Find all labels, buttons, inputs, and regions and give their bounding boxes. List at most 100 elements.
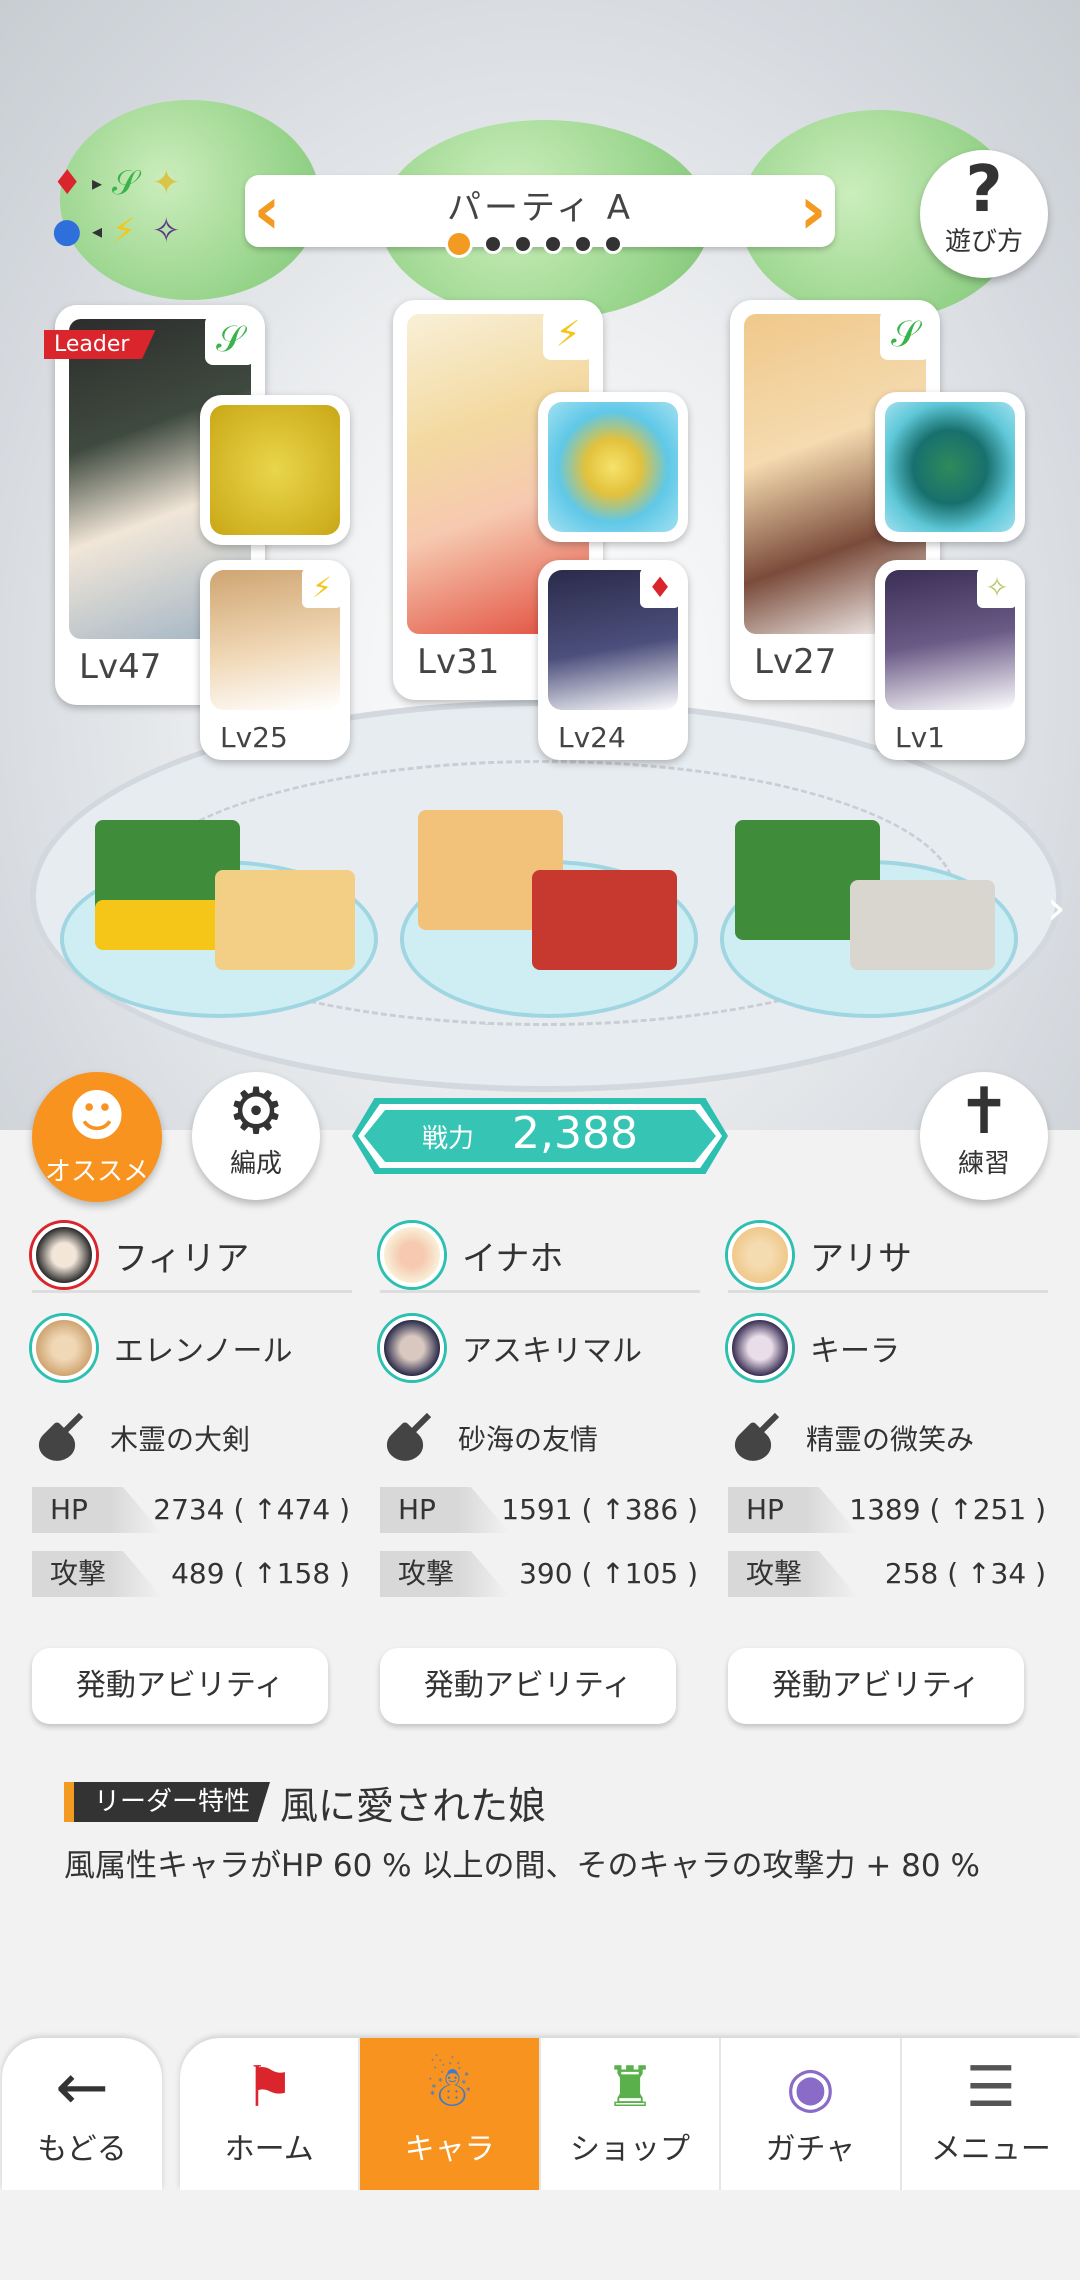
nav-home[interactable]: ⚑ ホーム [180,2038,358,2190]
fire-element-icon: ♦ [52,163,83,203]
weapon-row[interactable]: 精霊の微笑み [728,1403,1048,1473]
equipment-slot[interactable] [200,395,350,545]
pixel-block [850,880,995,970]
character-icon: ☃ [424,2055,475,2120]
avatar [32,1316,96,1380]
nav-label: ホーム [224,2132,314,2167]
fire-element-icon: ♦ [640,568,680,608]
equipment-slot[interactable] [538,392,688,542]
practice-button[interactable]: ✝ 練習 [920,1072,1048,1200]
sub-character-name: アスキリマル [462,1334,642,1369]
party-dot[interactable] [483,234,503,254]
hp-stat: HP 1389 ( ↑251 ) [728,1487,1048,1537]
member-stats-column: フィリア エレンノール 木霊の大剣 HP 2734 ( ↑474 ) 攻撃 48… [32,1220,352,1601]
gear-person-icon: ⚙ [227,1075,285,1149]
main-level: Lv47 [79,647,162,687]
pixel-block [532,870,677,970]
hp-stat: HP 2734 ( ↑474 ) [32,1487,352,1537]
attack-value: 258 ( ↑34 ) [884,1557,1046,1590]
party-dot[interactable] [445,230,473,258]
nav-menu[interactable]: ☰ メニュー [899,2038,1080,2190]
attack-label: 攻撃 [380,1551,510,1597]
ability-button[interactable]: 発動アビリティ [32,1648,328,1724]
main-level: Lv27 [754,642,837,682]
battle-power-badge: 戦力 2,388 [352,1098,728,1174]
question-icon: ? [965,153,1003,227]
character-name: イナホ [462,1238,564,1279]
chevron-right-icon[interactable]: › [1047,880,1066,936]
pixel-block [215,870,355,970]
party-dot[interactable] [513,234,533,254]
weapon-name: 精霊の微笑み [806,1423,975,1456]
main-character-row[interactable]: フィリア [32,1220,352,1293]
recommend-icon: ☻ [67,1084,127,1149]
sub-character-name: キーラ [810,1334,900,1369]
recommend-button[interactable]: ☻ オススメ [32,1072,162,1202]
thunder-element-icon: ⚡ [302,568,342,608]
member-stats-column: イナホ アスキリマル 砂海の友情 HP 1591 ( ↑386 ) 攻撃 390… [380,1220,700,1601]
member-card-sub[interactable]: ✧ Lv1 [875,560,1025,760]
globe-item-icon [885,402,1015,532]
main-character-row[interactable]: イナホ [380,1220,700,1293]
power-value: 2,388 [512,1108,638,1159]
sword-item-icon [210,405,340,535]
menu-list-icon: ☰ [965,2055,1016,2120]
weapon-icon [36,1410,92,1466]
water-element-icon: ● [52,211,82,251]
home-icon: ⚑ [244,2055,295,2120]
help-button[interactable]: ? 遊び方 [920,150,1048,278]
arrow-icon: ◂ [92,219,103,243]
main-level: Lv31 [417,642,500,682]
nav-chara[interactable]: ☃ キャラ [358,2038,539,2190]
bottom-navigation: ← もどる ⚑ ホーム ☃ キャラ ♜ ショップ ◉ ガチャ ☰ メニュー [0,2036,1080,2190]
member-card-sub[interactable]: ♦ Lv24 [538,560,688,760]
party-page-dots[interactable] [445,230,623,258]
leader-tag: Leader [44,330,156,359]
party-dot[interactable] [603,234,623,254]
party-dot[interactable] [543,234,563,254]
party-scene: ♦ ▸ 𝒮 ✦ ● ◂ ⚡ ✧ ‹ パーティ A › ? 遊び方 𝒮 Lv47 … [0,0,1080,1130]
attack-label: 攻撃 [32,1551,162,1597]
ability-button[interactable]: 発動アビリティ [380,1648,676,1724]
attack-label: 攻撃 [728,1551,858,1597]
light-element-icon: ✧ [977,568,1017,608]
wind-element-icon: 𝒮 [880,310,930,360]
weapon-row[interactable]: 木霊の大剣 [32,1403,352,1473]
party-dot[interactable] [573,234,593,254]
nav-label: キャラ [404,2132,495,2167]
hp-label: HP [728,1487,858,1533]
sub-character-row[interactable]: キーラ [728,1313,1048,1383]
back-button[interactable]: ← もどる [2,2038,162,2190]
help-label: 遊び方 [944,227,1023,257]
weapon-row[interactable]: 砂海の友情 [380,1403,700,1473]
avatar [32,1223,96,1287]
avatar [728,1316,792,1380]
element-affinity-chart[interactable]: ♦ ▸ 𝒮 ✦ ● ◂ ⚡ ✧ [52,160,192,260]
thunder-element-icon: ⚡ [112,211,136,251]
formation-button[interactable]: ⚙ 編成 [192,1072,320,1200]
avatar [728,1223,792,1287]
hp-value: 2734 ( ↑474 ) [153,1493,350,1526]
hp-value: 1389 ( ↑251 ) [849,1493,1046,1526]
training-dummy-icon: ✝ [957,1075,1011,1149]
thunder-element-icon: ⚡ [543,310,593,360]
sub-character-row[interactable]: アスキリマル [380,1313,700,1383]
character-name: アリサ [810,1238,912,1279]
weapon-icon [384,1410,440,1466]
recommend-label: オススメ [44,1157,149,1187]
power-label: 戦力 [422,1124,475,1154]
nav-label: ガチャ [765,2132,856,2167]
equipment-slot[interactable] [875,392,1025,542]
party-prev-arrow-icon[interactable]: ‹ [247,178,287,244]
member-card-sub[interactable]: ⚡ Lv25 [200,560,350,760]
main-character-row[interactable]: アリサ [728,1220,1048,1293]
ability-button[interactable]: 発動アビリティ [728,1648,1024,1724]
arrow-icon: ▸ [92,171,103,195]
avatar [380,1316,444,1380]
weapon-icon [732,1410,788,1466]
hp-stat: HP 1591 ( ↑386 ) [380,1487,700,1537]
sub-character-row[interactable]: エレンノール [32,1313,352,1383]
nav-shop[interactable]: ♜ ショップ [538,2038,719,2190]
nav-gacha[interactable]: ◉ ガチャ [719,2038,899,2190]
party-next-arrow-icon[interactable]: › [793,178,833,244]
